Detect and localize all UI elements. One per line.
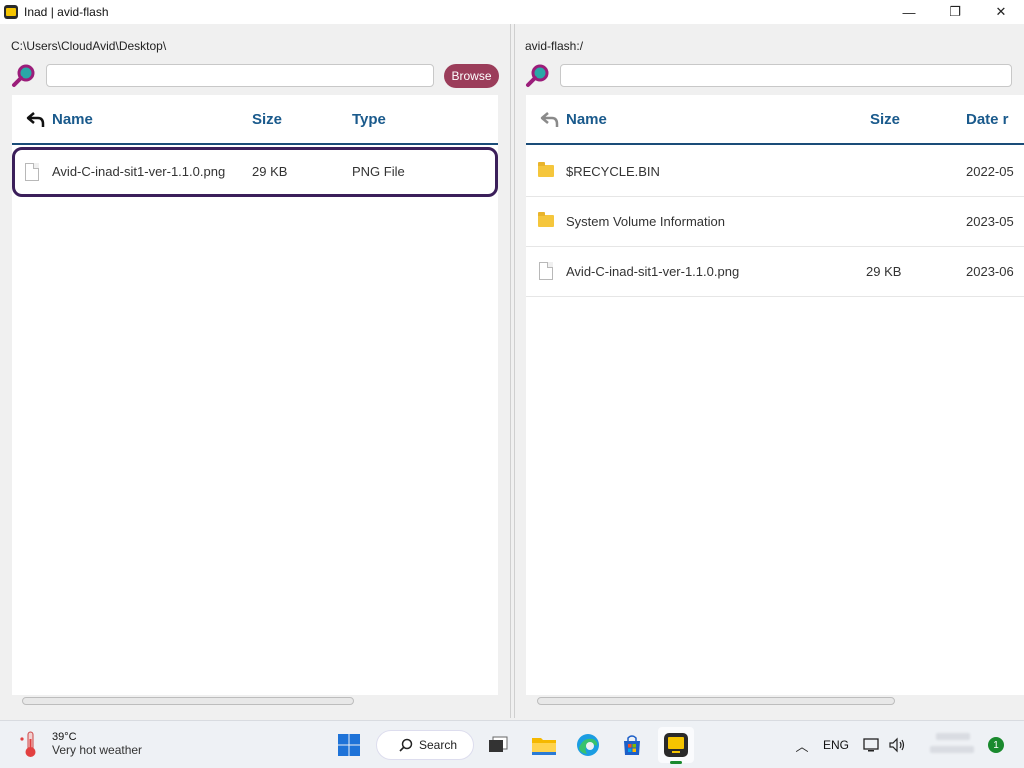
column-name[interactable]: Name: [566, 111, 607, 128]
table-row[interactable]: Avid-C-inad-sit1-ver-1.1.0.png 29 KB 202…: [526, 247, 1024, 297]
file-name: System Volume Information: [566, 214, 725, 229]
file-date: 2022-05: [966, 164, 1014, 179]
folder-icon: [538, 162, 554, 177]
device-file-list: Name Size Date r $RECYCLE.BIN 2022-05 Sy…: [526, 95, 1024, 695]
title-bar: Inad | avid-flash — ❐ ✕: [0, 0, 1024, 24]
file-icon: [25, 163, 39, 181]
device-search-input[interactable]: [560, 64, 1012, 87]
file-name: $RECYCLE.BIN: [566, 164, 660, 179]
local-list-header: Name Size Type: [12, 95, 498, 145]
column-date[interactable]: Date r: [966, 111, 1009, 128]
weather-description: Very hot weather: [52, 743, 143, 757]
file-size: 29 KB: [252, 164, 288, 179]
search-icon: [399, 738, 413, 752]
table-row[interactable]: Avid-C-inad-sit1-ver-1.1.0.png 29 KB PNG…: [12, 147, 498, 197]
table-row[interactable]: $RECYCLE.BIN 2022-05: [526, 147, 1024, 197]
minimize-button[interactable]: —: [886, 0, 932, 24]
file-size: 29 KB: [866, 264, 902, 279]
close-button[interactable]: ✕: [978, 0, 1024, 24]
local-horizontal-scrollbar[interactable]: [22, 697, 354, 705]
magnifier-icon[interactable]: [11, 63, 37, 89]
app-icon: [4, 5, 18, 19]
search-label: Search: [419, 738, 458, 752]
file-type: PNG File: [352, 164, 405, 179]
file-name: Avid-C-inad-sit1-ver-1.1.0.png: [52, 164, 226, 179]
task-view-icon[interactable]: [482, 729, 514, 761]
file-name: Avid-C-inad-sit1-ver-1.1.0.png: [566, 264, 740, 279]
notification-badge[interactable]: 1: [988, 737, 1004, 753]
window-controls: — ❐ ✕: [886, 0, 1024, 24]
file-date: 2023-05: [966, 214, 1014, 229]
weather-temperature: 39°C: [52, 731, 77, 743]
tray-chevron-icon[interactable]: ︿: [786, 729, 818, 761]
volume-icon[interactable]: [886, 729, 908, 761]
device-pane: avid-flash:/ Name Size Date r $RECYCLE.B…: [515, 24, 1024, 718]
device-path: avid-flash:/: [525, 39, 584, 53]
back-arrow-icon[interactable]: [26, 111, 46, 129]
column-size[interactable]: Size: [870, 111, 900, 128]
window-title: Inad | avid-flash: [24, 5, 109, 19]
language-indicator[interactable]: ENG: [823, 738, 849, 752]
column-name[interactable]: Name: [52, 111, 93, 128]
local-pane: C:\Users\CloudAvid\Desktop\ Browse Name …: [0, 24, 510, 718]
device-list-header: Name Size Date r: [526, 95, 1024, 145]
maximize-button[interactable]: ❐: [932, 0, 978, 24]
magnifier-icon[interactable]: [525, 63, 551, 89]
back-arrow-icon[interactable]: [540, 111, 560, 129]
inad-app-taskbar-icon[interactable]: [658, 727, 694, 764]
active-app-indicator: [670, 761, 682, 764]
device-horizontal-scrollbar[interactable]: [537, 697, 895, 705]
local-file-list: Name Size Type Avid-C-inad-sit1-ver-1.1.…: [12, 95, 498, 695]
column-type[interactable]: Type: [352, 111, 386, 128]
file-icon: [539, 262, 553, 280]
system-clock[interactable]: [926, 729, 974, 761]
start-windows-icon[interactable]: [333, 729, 365, 761]
thermometer-icon: [18, 729, 42, 759]
microsoft-store-icon[interactable]: [616, 729, 648, 761]
local-search-row: Browse: [11, 62, 501, 90]
file-date: 2023-06: [966, 264, 1014, 279]
column-size[interactable]: Size: [252, 111, 282, 128]
device-search-row: [525, 62, 1015, 90]
browse-button[interactable]: Browse: [444, 64, 499, 88]
folder-icon: [538, 212, 554, 227]
table-row[interactable]: System Volume Information 2023-05: [526, 197, 1024, 247]
file-explorer-icon[interactable]: [528, 729, 560, 761]
network-icon[interactable]: [862, 729, 882, 761]
taskbar: 39°C Very hot weather Search ︿ ENG 1: [0, 720, 1024, 768]
local-path: C:\Users\CloudAvid\Desktop\: [11, 39, 167, 53]
edge-browser-icon[interactable]: [572, 729, 604, 761]
weather-widget[interactable]: 39°C Very hot weather: [18, 729, 142, 759]
taskbar-search-button[interactable]: Search: [376, 730, 474, 760]
local-search-input[interactable]: [46, 64, 434, 87]
